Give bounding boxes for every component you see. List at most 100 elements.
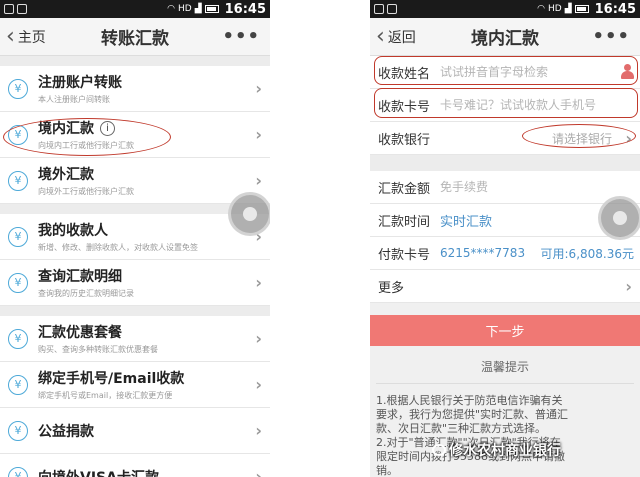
section-gap [0, 306, 270, 316]
payee-bank-row[interactable]: 收款银行 请选择银行 › [370, 122, 640, 155]
next-step-button[interactable]: 下一步 [370, 315, 640, 346]
menu-item[interactable]: ¥ 向境外VISA卡汇款 › [0, 454, 270, 477]
transfer-menu-screen: ◠ HD ▟ 16:45 ‹ 主页 转账汇款 ••• ¥ 注册账户转账本人注册账户… [0, 0, 270, 477]
available-balance: 可用:6,808.36元 [540, 246, 634, 261]
chevron-right-icon: › [255, 375, 262, 394]
payee-card-input[interactable] [440, 98, 630, 112]
page-title: 境内汇款 [471, 29, 539, 49]
back-button[interactable]: ‹ 主页 [6, 23, 46, 49]
tips-title: 温馨提示 [480, 360, 529, 374]
contact-person-icon[interactable] [620, 64, 634, 80]
amount-input[interactable] [440, 180, 605, 194]
signal-icon: ▟ [564, 4, 572, 14]
menu-item[interactable]: ¥ 汇款优惠套餐 购买、查询多种转账汇款优惠套餐 › [0, 316, 270, 362]
info-icon[interactable]: i [100, 120, 115, 136]
remit-time-value: 实时汇款 [440, 214, 493, 230]
menu-item-subtitle: 购买、查询多种转账汇款优惠套餐 [38, 345, 158, 354]
wifi-icon: ◠ [537, 4, 545, 14]
menu-item-text: 我的收款人 新增、修改、删除收款人，对收款人设置免签 [38, 220, 198, 253]
menu-item[interactable]: ¥ 注册账户转账 本人注册账户间转账 › [0, 66, 270, 112]
menu-item-title: 公益捐款 [38, 423, 94, 440]
menu-item[interactable]: ¥ 绑定手机号/Email收款绑定手机号或Email，接收汇款更方便 › [0, 362, 270, 408]
back-button[interactable]: ‹ 返回 [376, 23, 416, 49]
yuan-icon: ¥ [8, 374, 28, 395]
notification-icon [4, 4, 14, 14]
more-menu-button[interactable]: ••• [592, 26, 630, 47]
payee-card-label: 收款卡号 [378, 99, 431, 115]
tips-line: 1.根据人民银行关于防范电信诈骗有关 [376, 394, 563, 407]
more-label: 更多 [378, 280, 405, 296]
menu-item-title: 注册账户转账 [38, 75, 122, 91]
menu-item-text: 查询汇款明细 查询我的历史汇款明细记录 [38, 266, 134, 299]
menu-item-subtitle: 新增、修改、删除收款人，对收款人设置免签 [38, 243, 198, 252]
menu-item-subtitle: 向境内工行或他行账户汇款 [38, 141, 134, 150]
menu-item[interactable]: ¥ 查询汇款明细 查询我的历史汇款明细记录 › [0, 260, 270, 306]
menu-item-text: 境内汇款 i 向境内工行或他行账户汇款 [38, 118, 134, 151]
back-label: 返回 [387, 29, 416, 46]
payee-name-label: 收款姓名 [378, 66, 431, 82]
floating-assist-ball[interactable] [228, 192, 270, 236]
clock: 16:45 [594, 1, 636, 17]
menu-item-title: 境内汇款 [38, 121, 94, 137]
menu-item-title: 查询汇款明细 [38, 269, 122, 285]
payee-name-row: 收款姓名 [370, 56, 640, 89]
pay-card-row[interactable]: 付款卡号 6215****7783 可用:6,808.36元 [370, 237, 640, 270]
menu-item-subtitle: 本人注册账户间转账 [38, 95, 110, 104]
chevron-right-icon: › [255, 467, 262, 477]
yuan-icon: ¥ [8, 124, 28, 145]
yuan-icon: ¥ [8, 328, 28, 349]
menu-item-subtitle: 绑定手机号或Email，接收汇款更方便 [38, 391, 173, 400]
bank-select-hint: 请选择银行 [551, 131, 612, 146]
menu-group-3: ¥ 汇款优惠套餐 购买、查询多种转账汇款优惠套餐 › ¥ 绑定手机号/Email收款 绑定手… [0, 316, 270, 477]
section-gap [370, 155, 640, 171]
menu-item-title: 境外汇款 [38, 167, 94, 183]
nav-bar: ‹ 返回 境内汇款 ••• [370, 18, 640, 56]
chevron-left-icon: ‹ [376, 23, 385, 49]
date-stamp: 2017-7-25 [44, 440, 101, 453]
payee-name-input[interactable] [440, 65, 605, 79]
chevron-right-icon: › [255, 421, 262, 440]
yuan-icon: ¥ [8, 170, 28, 191]
menu-item-text: 绑定手机号/Email收款绑定手机号或Email，接收汇款更方便 [38, 368, 184, 401]
menu-item[interactable]: ¥ 境外汇款 向境外工行或他行账户汇款 › [0, 158, 270, 204]
watermark-text: 修水农村商业银行 [449, 443, 561, 459]
pay-card-number: 6215****7783 [440, 246, 526, 260]
pay-card-label: 付款卡号 [378, 247, 431, 263]
menu-item-title: 绑定手机号/Email收款 [38, 371, 185, 387]
chevron-right-icon: › [255, 273, 262, 292]
payee-card-row: 收款卡号 [370, 89, 640, 122]
menu-group-2: ¥ 我的收款人 新增、修改、删除收款人，对收款人设置免签 › ¥ 查询汇款明细 查询我的历史… [0, 214, 270, 306]
menu-item[interactable]: ¥ 公益捐款 › [0, 408, 270, 454]
status-bar: ◠ HD ▟ 16:45 [0, 0, 270, 18]
menu-item-title: 汇款优惠套餐 [38, 325, 122, 341]
amount-label: 汇款金额 [378, 181, 431, 197]
chevron-left-icon: ‹ [6, 23, 15, 49]
menu-group-1: ¥ 注册账户转账 本人注册账户间转账 › ¥ 境内汇款 i 向境内工行或他行账户汇款 › ¥ 境外汇… [0, 66, 270, 204]
floating-assist-ball[interactable] [598, 196, 640, 240]
yuan-icon: ¥ [8, 466, 28, 477]
yuan-icon: ¥ [8, 420, 28, 441]
page-title: 转账汇款 [101, 29, 169, 49]
chevron-right-icon: › [255, 171, 262, 190]
watermark: 修水农村商业银行 [432, 440, 561, 460]
menu-item-text: 境外汇款 向境外工行或他行账户汇款 [38, 164, 134, 197]
more-row[interactable]: 更多 › [370, 270, 640, 303]
menu-item-text: 公益捐款 [38, 421, 94, 441]
payee-bank-label: 收款银行 [378, 132, 431, 148]
wifi-icon: ◠ [167, 4, 175, 14]
chevron-right-icon: › [255, 79, 262, 98]
yuan-icon: ¥ [8, 272, 28, 293]
hd-label: HD [547, 4, 562, 14]
menu-item-title: 向境外VISA卡汇款 [38, 467, 159, 477]
clock: 16:45 [224, 1, 266, 17]
section-gap [0, 56, 270, 66]
more-menu-button[interactable]: ••• [222, 26, 260, 47]
battery-icon [204, 5, 219, 13]
back-label: 主页 [17, 29, 46, 46]
app-icon [387, 4, 397, 14]
tips-line: 销。 [376, 464, 398, 477]
menu-item-text: 注册账户转账本人注册账户间转账 [38, 72, 122, 105]
tips-line: 款、次日汇款"三种汇款方式选择。 [376, 422, 547, 435]
menu-item[interactable]: ¥ 境内汇款 i 向境内工行或他行账户汇款 › [0, 112, 270, 158]
status-bar: ◠ HD ▟ 16:45 [370, 0, 640, 18]
